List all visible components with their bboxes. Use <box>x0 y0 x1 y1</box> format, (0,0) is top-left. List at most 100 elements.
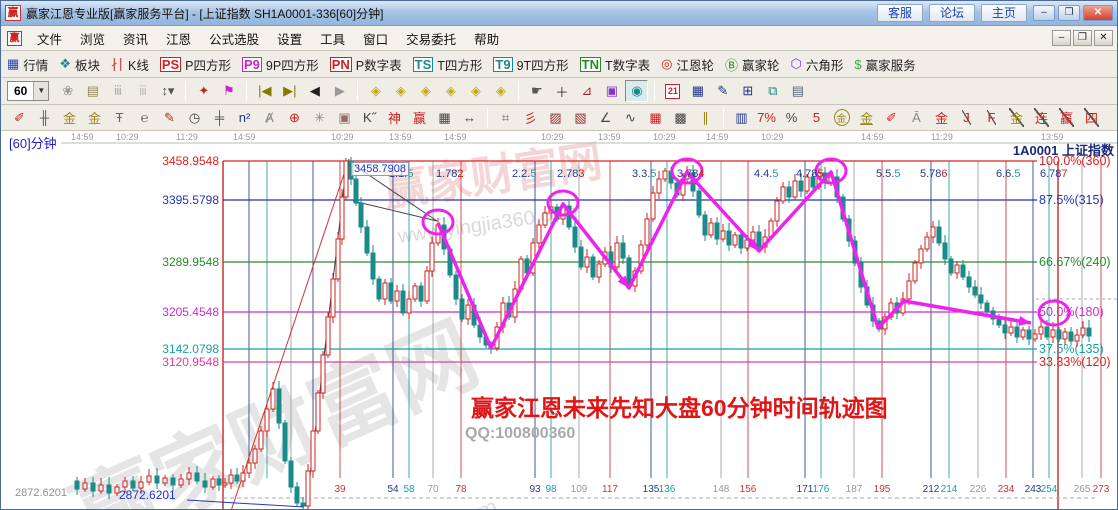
memo-button[interactable]: ✎ <box>711 80 734 102</box>
report-doc-button[interactable]: ▤ <box>81 80 104 102</box>
percent-button[interactable]: % <box>780 107 803 129</box>
calculator-button[interactable]: ▦ <box>686 80 709 102</box>
gold-angle-button[interactable]: 金 <box>1005 107 1028 129</box>
homepage-button[interactable]: 主页 <box>981 4 1027 22</box>
menu-item-江恩[interactable]: 江恩 <box>157 26 200 51</box>
gold-line-button[interactable]: 金 <box>855 107 878 129</box>
angle-lines-button[interactable]: ∠ <box>594 107 617 129</box>
time-clock-button[interactable]: ◷ <box>183 107 206 129</box>
menu-item-设置[interactable]: 设置 <box>268 26 311 51</box>
p-number-button[interactable]: PNP数字表 <box>330 55 402 74</box>
forum-button[interactable]: 论坛 <box>929 4 975 22</box>
menu-item-浏览[interactable]: 浏览 <box>71 26 114 51</box>
winner-service-button[interactable]: $赢家服务 <box>854 55 915 74</box>
lian-angle-button[interactable]: 连 <box>1030 107 1053 129</box>
diamond-hjoin-button[interactable]: ◈ <box>439 80 462 102</box>
a-line-button[interactable]: Ā <box>905 107 928 129</box>
diamond-expand-button[interactable]: ◈ <box>489 80 512 102</box>
gold-red-button[interactable]: 金 <box>930 107 953 129</box>
kline-button[interactable]: ∤∣K线 <box>111 55 149 74</box>
boxed-star-button[interactable]: ▣ <box>333 107 356 129</box>
nav-first-button[interactable]: |◀ <box>253 80 276 102</box>
star-burst-button[interactable]: ✳ <box>308 107 331 129</box>
width-measure-button[interactable]: ↔ <box>458 107 481 129</box>
gann-box-tool-button[interactable]: ▣ <box>600 80 623 102</box>
menu-item-资讯[interactable]: 资讯 <box>114 26 157 51</box>
price-chart[interactable]: 赢家财富网www.yingjia360.com赢家财富网www.yingjia3… <box>1 131 1118 510</box>
frame-tool-button[interactable]: ⌗ <box>494 107 517 129</box>
red-pen-button[interactable]: ✐ <box>880 107 903 129</box>
candle-type-button[interactable]: ↕▾ <box>156 80 179 102</box>
ying-angle-button[interactable]: 赢 <box>1055 107 1078 129</box>
export-image-button[interactable]: ⧉ <box>761 80 784 102</box>
winner-wheel-button[interactable]: Ⓑ赢家轮 <box>725 55 780 74</box>
minimize-button[interactable]: – <box>1033 5 1055 21</box>
close-button[interactable]: ✕ <box>1083 5 1113 21</box>
t-square-button[interactable]: TST四方形 <box>413 55 483 74</box>
mdi-restore-button[interactable]: ❐ <box>1073 30 1092 46</box>
diamond-left-button[interactable]: ◈ <box>364 80 387 102</box>
text-label-button[interactable]: Ⱥ <box>258 107 281 129</box>
p-square-button[interactable]: PSP四方形 <box>160 55 231 74</box>
angle-measure-button[interactable]: ⊿ <box>575 80 598 102</box>
gann-grid-button[interactable]: ╫ <box>33 107 56 129</box>
nav-last-button[interactable]: ▶| <box>278 80 301 102</box>
k-quote-button[interactable]: K˝ <box>358 107 381 129</box>
f-angle-button[interactable]: F <box>980 107 1003 129</box>
n-square-button[interactable]: n² <box>233 107 256 129</box>
pattern-tool-button[interactable]: ❀ <box>56 80 79 102</box>
crosshair-button[interactable]: ＋ <box>550 80 573 102</box>
box-fan-button[interactable]: ▨ <box>544 107 567 129</box>
ying-tool-button[interactable]: 赢 <box>408 107 431 129</box>
zigzag-tool-button[interactable]: ∿ <box>619 107 642 129</box>
percent-7-button[interactable]: 7% <box>755 107 778 129</box>
calendar-button[interactable]: 21 <box>661 80 684 102</box>
diamond-cross-button[interactable]: ◈ <box>464 80 487 102</box>
menu-item-工具[interactable]: 工具 <box>311 26 354 51</box>
f-square-button[interactable]: Ŧ <box>108 107 131 129</box>
line-divisions-button[interactable]: ╪ <box>208 107 231 129</box>
sectors-button[interactable]: ❖板块 <box>59 55 100 74</box>
si-angle-button[interactable]: 四 <box>1080 107 1103 129</box>
draw-pen-button[interactable]: ✎ <box>158 107 181 129</box>
kline-9-button[interactable]: ⅲ <box>131 80 154 102</box>
menu-item-公式选股[interactable]: 公式选股 <box>200 26 268 51</box>
gann-wheel-button[interactable]: ◎江恩轮 <box>661 55 714 74</box>
fan-lines-button[interactable]: 彡 <box>519 107 542 129</box>
period-select[interactable]: 60▼ <box>7 81 49 101</box>
menu-item-交易委托[interactable]: 交易委托 <box>397 26 465 51</box>
gold-circle-button[interactable]: 金 <box>830 107 853 129</box>
print-button[interactable]: ▤ <box>786 80 809 102</box>
gold-square-button[interactable]: 金 <box>58 107 81 129</box>
shen-tool-button[interactable]: 神 <box>383 107 406 129</box>
t9-square-button[interactable]: T99T四方形 <box>493 55 568 74</box>
mdi-minimize-button[interactable]: – <box>1052 30 1071 46</box>
diamond-hsplit-button[interactable]: ◈ <box>414 80 437 102</box>
hexagon-button[interactable]: ⬡六角形 <box>791 55 844 74</box>
customer-service-button[interactable]: 客服 <box>877 4 923 22</box>
drag-hand-button[interactable]: ☛ <box>525 80 548 102</box>
t-number-button[interactable]: TNT数字表 <box>580 55 650 74</box>
menu-item-帮助[interactable]: 帮助 <box>465 26 508 51</box>
draw-brush-button[interactable]: ✐ <box>8 107 31 129</box>
parallel-lines-button[interactable]: ∥ <box>694 107 717 129</box>
grid-123-button[interactable]: ▦ <box>433 107 456 129</box>
menu-item-文件[interactable]: 文件 <box>28 26 71 51</box>
p9-square-button[interactable]: P99P四方形 <box>242 55 319 74</box>
five-line-button[interactable]: 5 <box>805 107 828 129</box>
save-button[interactable]: ⊞ <box>736 80 759 102</box>
box-fan-2-button[interactable]: ▧ <box>569 107 592 129</box>
trend-flag-button[interactable]: ⚑ <box>217 80 240 102</box>
target-circle-button[interactable]: ⊕ <box>283 107 306 129</box>
restore-button[interactable]: ❐ <box>1058 5 1080 21</box>
nav-next-button[interactable]: ▶ <box>328 80 351 102</box>
nav-prev-button[interactable]: ◀ <box>303 80 326 102</box>
quotes-button[interactable]: ▦行情 <box>7 55 48 74</box>
smart-brain-button[interactable]: ◉ <box>625 80 648 102</box>
spiral-tool-button[interactable]: ℮ <box>133 107 156 129</box>
diamond-right-button[interactable]: ◈ <box>389 80 412 102</box>
title-bar[interactable]: 赢 赢家江恩专业版[赢家服务平台] - [上证指数 SH1A0001-336[6… <box>1 1 1117 26</box>
red-grid-button[interactable]: ▦ <box>644 107 667 129</box>
menu-item-窗口[interactable]: 窗口 <box>354 26 397 51</box>
gann-figure-button[interactable]: ✦ <box>192 80 215 102</box>
